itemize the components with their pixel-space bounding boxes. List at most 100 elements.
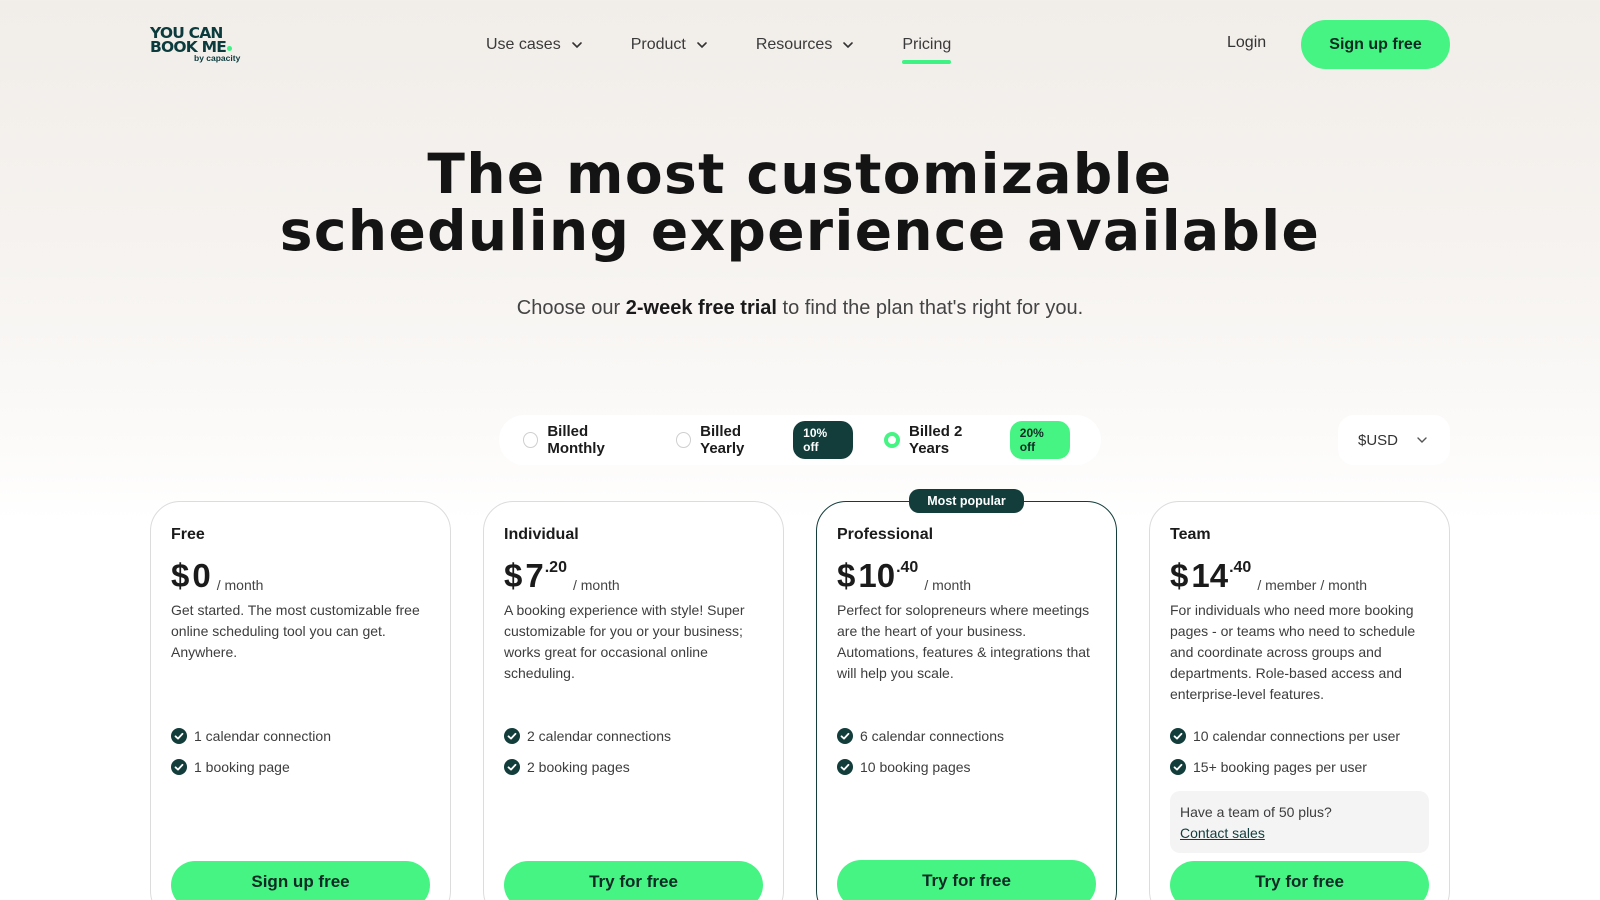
check-circle-icon — [504, 758, 520, 775]
price-period: / month — [216, 577, 264, 593]
billing-option-label: Billed Yearly — [700, 423, 745, 457]
nav-item-product[interactable]: Product — [631, 34, 708, 56]
radio-button-selected[interactable] — [884, 432, 901, 448]
feature-item: 10 booking pages — [837, 751, 1096, 782]
title-line-1: The most customizable — [427, 142, 1173, 206]
feature-list: 2 calendar connections 2 booking pages — [504, 720, 763, 782]
feature-item: 2 booking pages — [504, 751, 763, 782]
price-currency: $ — [171, 557, 190, 594]
price-amount: 0 — [192, 557, 211, 594]
plan-name: Individual — [504, 526, 579, 543]
billing-option-label: Billed 2 Years — [909, 423, 963, 457]
feature-label: 2 booking pages — [527, 758, 630, 775]
plan-description: For individuals who need more booking pa… — [1170, 602, 1416, 702]
feature-label: 15+ booking pages per user — [1193, 758, 1367, 775]
subtitle-prefix: Choose our — [516, 297, 626, 319]
contact-sales-link[interactable]: Contact sales — [1180, 825, 1265, 841]
currency-value: $USD — [1358, 431, 1399, 449]
feature-list: 1 calendar connection 1 booking page — [171, 720, 430, 782]
plan-name: Free — [171, 526, 205, 543]
price-currency: $ — [1170, 557, 1189, 594]
feature-item: 1 calendar connection — [171, 720, 430, 751]
price-period: / member / month — [1257, 577, 1368, 593]
feature-label: 1 calendar connection — [194, 727, 331, 744]
plan-description: Perfect for solopreneurs where meetings … — [837, 602, 1090, 681]
nav-item-label: Use cases — [486, 36, 561, 53]
feature-item: 6 calendar connections — [837, 720, 1096, 751]
check-circle-icon — [1170, 727, 1186, 744]
plan-card-individual: Individual $ 7 .20 / month A booking exp… — [483, 501, 784, 900]
subtitle-highlight: 2-week free trial — [625, 297, 777, 319]
nav-item-label: Resources — [755, 36, 833, 53]
currency-select[interactable]: $USD — [1338, 415, 1450, 465]
page-subtitle: Choose our 2-week free trial to find the… — [0, 297, 1600, 320]
chevron-down-icon — [571, 42, 582, 49]
nav-item-label: Product — [630, 36, 686, 53]
chevron-down-icon — [1417, 437, 1427, 443]
feature-label: 10 booking pages — [860, 758, 971, 775]
billing-period-toggle: Billed Monthly Billed Yearly 10% off Bil… — [499, 415, 1101, 465]
price-amount: 10 — [858, 557, 896, 594]
plan-description: Get started. The most customizable free … — [171, 602, 420, 660]
feature-label: 6 calendar connections — [860, 727, 1004, 744]
plan-price: $ 10 .40 / month — [837, 558, 1096, 594]
plan-price: $ 7 .20 / month — [504, 558, 763, 594]
logo[interactable]: YOU CAN BOOK ME by capacity — [150, 25, 260, 66]
chevron-down-icon — [843, 42, 854, 49]
discount-badge: 20% off — [1009, 421, 1071, 459]
feature-item: 15+ booking pages per user — [1170, 751, 1429, 782]
nav-item-pricing[interactable]: Pricing — [902, 34, 952, 64]
plan-cta-button[interactable]: Try for free — [1170, 861, 1429, 900]
sales-question: Have a team of 50 plus? — [1180, 804, 1332, 820]
feature-item: 10 calendar connections per user — [1170, 720, 1429, 751]
check-circle-icon — [837, 727, 853, 744]
price-period: / month — [572, 577, 620, 593]
plan-cta-button[interactable]: Try for free — [504, 861, 763, 900]
nav-item-label: Pricing — [902, 36, 952, 53]
check-circle-icon — [1170, 758, 1186, 775]
price-currency: $ — [504, 557, 523, 594]
billing-option-yearly[interactable]: Billed Yearly 10% off — [675, 421, 854, 459]
plan-description: A booking experience with style! Super c… — [504, 602, 745, 681]
radio-button[interactable] — [675, 432, 692, 448]
feature-list: 10 calendar connections per user 15+ boo… — [1170, 720, 1429, 782]
subtitle-suffix: to find the plan that's right for you. — [776, 297, 1084, 319]
plan-card-team: Team $ 14 .40 / member / month For indiv… — [1149, 501, 1450, 900]
price-cents: .40 — [896, 559, 919, 576]
nav-item-use-cases[interactable]: Use cases — [486, 34, 583, 56]
login-link[interactable]: Login — [1227, 34, 1266, 52]
billing-option-monthly[interactable]: Billed Monthly — [523, 423, 645, 457]
feature-label: 1 booking page — [194, 758, 290, 775]
billing-option-label: Billed Monthly — [547, 423, 605, 457]
feature-item: 1 booking page — [171, 751, 430, 782]
feature-item: 2 calendar connections — [504, 720, 763, 751]
price-cents: .40 — [1229, 559, 1252, 576]
radio-button[interactable] — [523, 432, 539, 448]
main-nav: Use cases Product Resources Pricing — [486, 34, 999, 64]
title-line-2: scheduling experience available — [279, 199, 1321, 263]
most-popular-badge: Most popular — [909, 489, 1024, 513]
signup-button[interactable]: Sign up free — [1301, 20, 1450, 69]
plan-cta-button[interactable]: Try for free — [837, 860, 1096, 900]
logo-sub: by capacity — [194, 53, 241, 63]
check-circle-icon — [171, 727, 187, 744]
plan-name: Professional — [837, 526, 934, 543]
price-period: / month — [924, 577, 972, 593]
check-circle-icon — [837, 758, 853, 775]
price-currency: $ — [837, 557, 856, 594]
site-header: YOU CAN BOOK ME by capacity Use cases Pr… — [0, 0, 1600, 90]
feature-list: 6 calendar connections 10 booking pages — [837, 720, 1096, 782]
contact-sales-box: Have a team of 50 plus? Contact sales — [1170, 791, 1429, 853]
plan-cta-button[interactable]: Sign up free — [171, 861, 430, 900]
check-circle-icon — [171, 758, 187, 775]
price-cents: .20 — [544, 559, 567, 576]
price-amount: 7 — [525, 557, 544, 594]
nav-item-resources[interactable]: Resources — [756, 34, 854, 56]
check-circle-icon — [504, 727, 520, 744]
logo-dot — [227, 46, 232, 51]
chevron-down-icon — [697, 42, 707, 49]
page-title: The most customizable scheduling experie… — [0, 146, 1600, 260]
plan-card-free: Free $ 0 / month Get started. The most c… — [150, 501, 451, 900]
billing-option-2-years[interactable]: Billed 2 Years 20% off — [884, 421, 1071, 459]
plan-price: $ 0 / month — [171, 558, 430, 594]
